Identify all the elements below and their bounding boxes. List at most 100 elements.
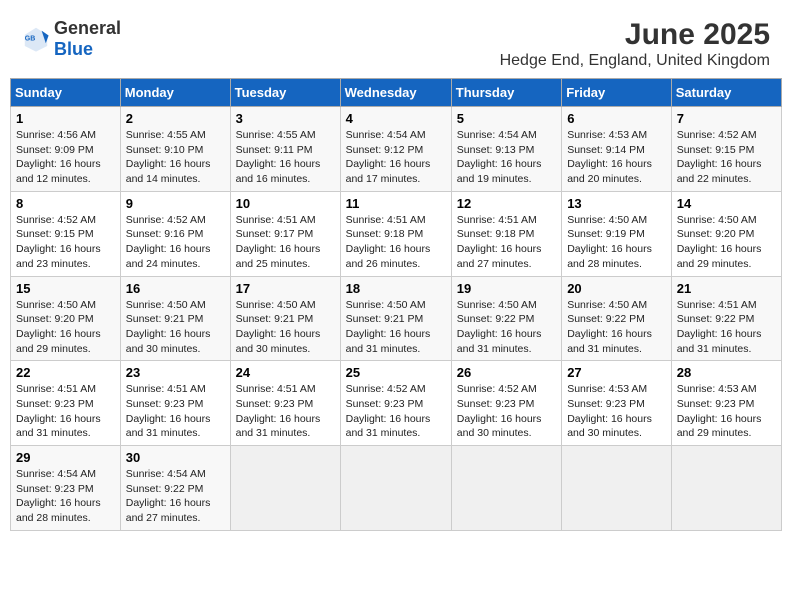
calendar-cell: 3 Sunrise: 4:55 AM Sunset: 9:11 PM Daylig… bbox=[230, 107, 340, 192]
day-info: Sunrise: 4:54 AM Sunset: 9:22 PM Dayligh… bbox=[126, 467, 225, 526]
day-number: 27 bbox=[567, 365, 666, 380]
calendar-cell: 20 Sunrise: 4:50 AM Sunset: 9:22 PM Dayli… bbox=[562, 276, 672, 361]
calendar-cell: 6 Sunrise: 4:53 AM Sunset: 9:14 PM Daylig… bbox=[562, 107, 672, 192]
day-info: Sunrise: 4:52 AM Sunset: 9:15 PM Dayligh… bbox=[677, 128, 776, 187]
day-info: Sunrise: 4:50 AM Sunset: 9:21 PM Dayligh… bbox=[126, 298, 225, 357]
day-header-tuesday: Tuesday bbox=[230, 79, 340, 107]
day-number: 11 bbox=[346, 196, 446, 211]
day-number: 5 bbox=[457, 111, 556, 126]
calendar-cell: 12 Sunrise: 4:51 AM Sunset: 9:18 PM Dayli… bbox=[451, 191, 561, 276]
calendar-cell: 9Sunrise: 4:52 AM Sunset: 9:16 PM Daylig… bbox=[120, 191, 230, 276]
calendar-cell: 11 Sunrise: 4:51 AM Sunset: 9:18 PM Dayli… bbox=[340, 191, 451, 276]
day-number: 8 bbox=[16, 196, 115, 211]
calendar-cell: 27 Sunrise: 4:53 AM Sunset: 9:23 PM Dayli… bbox=[562, 361, 672, 446]
calendar-cell: 10 Sunrise: 4:51 AM Sunset: 9:17 PM Dayli… bbox=[230, 191, 340, 276]
calendar-cell bbox=[562, 446, 672, 531]
svg-text:GB: GB bbox=[25, 35, 36, 42]
day-number: 7 bbox=[677, 111, 776, 126]
month-title: June 2025 bbox=[500, 18, 770, 52]
day-info: Sunrise: 4:53 AM Sunset: 9:23 PM Dayligh… bbox=[677, 382, 776, 441]
day-info: Sunrise: 4:52 AM Sunset: 9:15 PM Dayligh… bbox=[16, 213, 115, 272]
calendar-cell: 28 Sunrise: 4:53 AM Sunset: 9:23 PM Dayli… bbox=[671, 361, 781, 446]
day-number: 29 bbox=[16, 450, 115, 465]
calendar-cell bbox=[340, 446, 451, 531]
day-number: 12 bbox=[457, 196, 556, 211]
calendar-cell: 24 Sunrise: 4:51 AM Sunset: 9:23 PM Dayli… bbox=[230, 361, 340, 446]
calendar-cell bbox=[230, 446, 340, 531]
day-number: 14 bbox=[677, 196, 776, 211]
day-header-wednesday: Wednesday bbox=[340, 79, 451, 107]
day-number: 23 bbox=[126, 365, 225, 380]
day-info: Sunrise: 4:51 AM Sunset: 9:23 PM Dayligh… bbox=[236, 382, 335, 441]
day-number: 19 bbox=[457, 281, 556, 296]
day-info: Sunrise: 4:50 AM Sunset: 9:19 PM Dayligh… bbox=[567, 213, 666, 272]
calendar-cell: 5 Sunrise: 4:54 AM Sunset: 9:13 PM Daylig… bbox=[451, 107, 561, 192]
calendar-cell: 14Sunrise: 4:50 AM Sunset: 9:20 PM Dayli… bbox=[671, 191, 781, 276]
calendar-cell: 4Sunrise: 4:54 AM Sunset: 9:12 PM Daylig… bbox=[340, 107, 451, 192]
day-number: 13 bbox=[567, 196, 666, 211]
day-info: Sunrise: 4:54 AM Sunset: 9:13 PM Dayligh… bbox=[457, 128, 556, 187]
day-info: Sunrise: 4:55 AM Sunset: 9:11 PM Dayligh… bbox=[236, 128, 335, 187]
day-number: 24 bbox=[236, 365, 335, 380]
logo-icon: GB bbox=[22, 25, 50, 53]
day-info: Sunrise: 4:50 AM Sunset: 9:22 PM Dayligh… bbox=[457, 298, 556, 357]
day-number: 20 bbox=[567, 281, 666, 296]
calendar-cell: 7 Sunrise: 4:52 AM Sunset: 9:15 PM Daylig… bbox=[671, 107, 781, 192]
logo: GB General Blue bbox=[22, 18, 121, 60]
day-header-friday: Friday bbox=[562, 79, 672, 107]
calendar-cell: 2 Sunrise: 4:55 AM Sunset: 9:10 PM Daylig… bbox=[120, 107, 230, 192]
day-number: 9 bbox=[126, 196, 225, 211]
day-info: Sunrise: 4:51 AM Sunset: 9:17 PM Dayligh… bbox=[236, 213, 335, 272]
day-info: Sunrise: 4:50 AM Sunset: 9:21 PM Dayligh… bbox=[236, 298, 335, 357]
day-header-monday: Monday bbox=[120, 79, 230, 107]
day-info: Sunrise: 4:50 AM Sunset: 9:20 PM Dayligh… bbox=[16, 298, 115, 357]
day-number: 26 bbox=[457, 365, 556, 380]
day-info: Sunrise: 4:50 AM Sunset: 9:21 PM Dayligh… bbox=[346, 298, 446, 357]
day-number: 30 bbox=[126, 450, 225, 465]
day-info: Sunrise: 4:51 AM Sunset: 9:18 PM Dayligh… bbox=[457, 213, 556, 272]
calendar-cell: 16 Sunrise: 4:50 AM Sunset: 9:21 PM Dayli… bbox=[120, 276, 230, 361]
calendar-cell bbox=[451, 446, 561, 531]
day-info: Sunrise: 4:50 AM Sunset: 9:22 PM Dayligh… bbox=[567, 298, 666, 357]
day-number: 3 bbox=[236, 111, 335, 126]
day-info: Sunrise: 4:51 AM Sunset: 9:22 PM Dayligh… bbox=[677, 298, 776, 357]
title-area: June 2025 Hedge End, England, United Kin… bbox=[500, 18, 770, 70]
location-title: Hedge End, England, United Kingdom bbox=[500, 52, 770, 70]
day-info: Sunrise: 4:53 AM Sunset: 9:14 PM Dayligh… bbox=[567, 128, 666, 187]
calendar-cell: 8 Sunrise: 4:52 AM Sunset: 9:15 PM Daylig… bbox=[11, 191, 121, 276]
day-number: 22 bbox=[16, 365, 115, 380]
calendar-cell: 19 Sunrise: 4:50 AM Sunset: 9:22 PM Dayli… bbox=[451, 276, 561, 361]
day-info: Sunrise: 4:52 AM Sunset: 9:23 PM Dayligh… bbox=[457, 382, 556, 441]
calendar-cell: 30 Sunrise: 4:54 AM Sunset: 9:22 PM Dayli… bbox=[120, 446, 230, 531]
day-number: 10 bbox=[236, 196, 335, 211]
day-info: Sunrise: 4:51 AM Sunset: 9:23 PM Dayligh… bbox=[16, 382, 115, 441]
day-info: Sunrise: 4:55 AM Sunset: 9:10 PM Dayligh… bbox=[126, 128, 225, 187]
day-number: 21 bbox=[677, 281, 776, 296]
day-number: 28 bbox=[677, 365, 776, 380]
header: GB General Blue June 2025 Hedge End, Eng… bbox=[10, 10, 782, 74]
day-number: 25 bbox=[346, 365, 446, 380]
calendar-cell: 23 Sunrise: 4:51 AM Sunset: 9:23 PM Dayli… bbox=[120, 361, 230, 446]
calendar-cell: 15 Sunrise: 4:50 AM Sunset: 9:20 PM Dayli… bbox=[11, 276, 121, 361]
calendar-cell: 13 Sunrise: 4:50 AM Sunset: 9:19 PM Dayli… bbox=[562, 191, 672, 276]
day-number: 17 bbox=[236, 281, 335, 296]
day-number: 6 bbox=[567, 111, 666, 126]
day-number: 15 bbox=[16, 281, 115, 296]
calendar-cell: 26 Sunrise: 4:52 AM Sunset: 9:23 PM Dayli… bbox=[451, 361, 561, 446]
day-header-sunday: Sunday bbox=[11, 79, 121, 107]
day-info: Sunrise: 4:51 AM Sunset: 9:23 PM Dayligh… bbox=[126, 382, 225, 441]
day-number: 18 bbox=[346, 281, 446, 296]
calendar-cell: 25Sunrise: 4:52 AM Sunset: 9:23 PM Dayli… bbox=[340, 361, 451, 446]
calendar-cell: 1Sunrise: 4:56 AM Sunset: 9:09 PM Daylig… bbox=[11, 107, 121, 192]
day-number: 2 bbox=[126, 111, 225, 126]
day-header-saturday: Saturday bbox=[671, 79, 781, 107]
day-info: Sunrise: 4:54 AM Sunset: 9:23 PM Dayligh… bbox=[16, 467, 115, 526]
day-info: Sunrise: 4:53 AM Sunset: 9:23 PM Dayligh… bbox=[567, 382, 666, 441]
day-info: Sunrise: 4:51 AM Sunset: 9:18 PM Dayligh… bbox=[346, 213, 446, 272]
day-info: Sunrise: 4:54 AM Sunset: 9:12 PM Dayligh… bbox=[346, 128, 446, 187]
day-info: Sunrise: 4:56 AM Sunset: 9:09 PM Dayligh… bbox=[16, 128, 115, 187]
calendar-cell: 17 Sunrise: 4:50 AM Sunset: 9:21 PM Dayli… bbox=[230, 276, 340, 361]
day-number: 16 bbox=[126, 281, 225, 296]
calendar-cell: 21 Sunrise: 4:51 AM Sunset: 9:22 PM Dayli… bbox=[671, 276, 781, 361]
calendar-cell bbox=[671, 446, 781, 531]
